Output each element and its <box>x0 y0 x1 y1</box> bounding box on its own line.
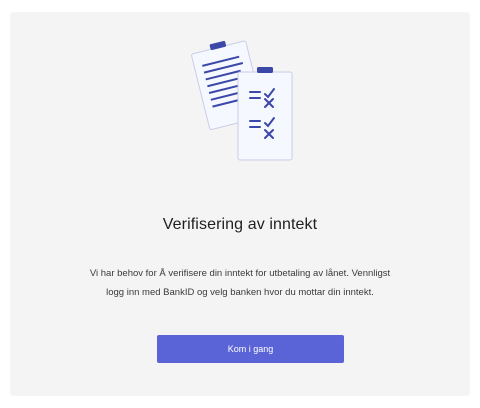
page-title: Verifisering av inntekt <box>162 216 318 233</box>
description-line-2: logg inn med BankID og velg banken hvor … <box>106 287 374 298</box>
description-line-1: Vi har behov for Å verifisere din inntek… <box>89 268 391 279</box>
start-button[interactable]: Kom i gang <box>157 335 344 363</box>
start-button-label: Kom i gang <box>227 344 274 354</box>
description-text: Vi har behov for Å verifisere din inntek… <box>30 264 450 302</box>
documents-checklist-icon <box>191 40 293 161</box>
page: Verifisering av inntekt Vi har behov for… <box>0 0 480 408</box>
